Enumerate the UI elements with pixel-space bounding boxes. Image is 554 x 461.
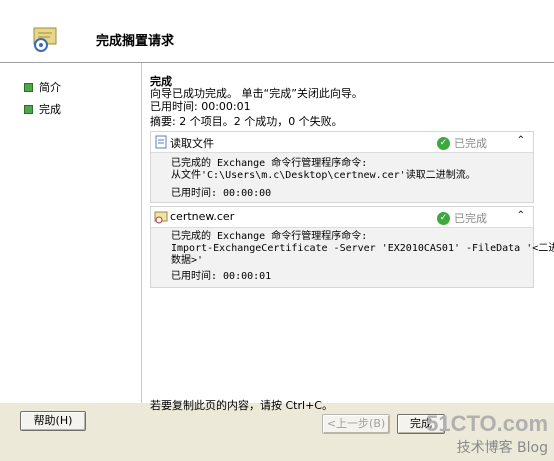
sidebar-item-label: 简介 xyxy=(39,81,61,94)
help-button[interactable]: 帮助(H) xyxy=(20,411,86,431)
panel-command-text: 已完成的 Exchange 命令行管理程序命令: Import-Exchange… xyxy=(171,231,554,266)
status-badge: ✓ 已完成 xyxy=(437,135,487,151)
panel-elapsed: 已用时间: 00:00:00 xyxy=(171,188,272,199)
sidebar-item-label: 完成 xyxy=(39,103,61,116)
watermark: 51CTO.com 技术博客 Blog xyxy=(426,411,548,457)
page-title: 完成搁置请求 xyxy=(96,34,175,49)
elapsed-line: 已用时间: 00:00:01 xyxy=(150,100,251,113)
green-square-icon xyxy=(24,82,33,92)
document-icon xyxy=(155,135,167,149)
green-square-icon xyxy=(24,104,33,114)
collapse-icon[interactable]: ⌃ xyxy=(517,135,525,146)
panel-certnew: certnew.cer ✓ 已完成 ⌃ 已完成的 Exchange 命令行管理程… xyxy=(150,206,554,288)
collapse-icon[interactable]: ⌃ xyxy=(517,210,525,221)
status-text: 已完成 xyxy=(454,212,487,225)
wizard-header: 完成搁置请求 xyxy=(0,0,554,63)
sidebar-item-intro[interactable]: 简介 xyxy=(24,79,61,95)
copy-hint: 若要复制此页的内容，请按 Ctrl+C。 xyxy=(150,399,333,412)
status-badge: ✓ 已完成 xyxy=(437,210,487,226)
panel-elapsed: 已用时间: 00:00:01 xyxy=(171,271,272,282)
panel-header: 读取文件 ✓ 已完成 ⌃ xyxy=(151,132,533,153)
panel-header: certnew.cer ✓ 已完成 ⌃ xyxy=(151,207,533,228)
panel-name: certnew.cer xyxy=(170,210,235,223)
certificate-icon xyxy=(33,27,57,52)
panel-name: 读取文件 xyxy=(170,137,214,150)
checkmark-icon: ✓ xyxy=(437,211,450,225)
panel-read-file: 读取文件 ✓ 已完成 ⌃ 已完成的 Exchange 命令行管理程序命令: 从文… xyxy=(150,131,534,203)
watermark-subtitle: 技术博客 Blog xyxy=(456,440,548,456)
wizard-sidebar: 简介 完成 xyxy=(0,63,142,403)
certificate-icon xyxy=(154,211,168,224)
watermark-logo: 51CTO.com xyxy=(426,411,548,436)
status-text: 已完成 xyxy=(454,137,487,150)
back-button[interactable]: <上一步(B) xyxy=(322,414,390,434)
sidebar-item-complete[interactable]: 完成 xyxy=(24,101,61,117)
main-content: 完成 向导已成功完成。 单击“完成”关闭此向导。 已用时间: 00:00:01 … xyxy=(142,63,554,403)
panel-command-text: 已完成的 Exchange 命令行管理程序命令: 从文件'C:\Users\m.… xyxy=(171,158,476,181)
checkmark-icon: ✓ xyxy=(437,136,450,150)
result-summary: 摘要: 2 个项目。2 个成功，0 个失败。 xyxy=(150,115,343,128)
